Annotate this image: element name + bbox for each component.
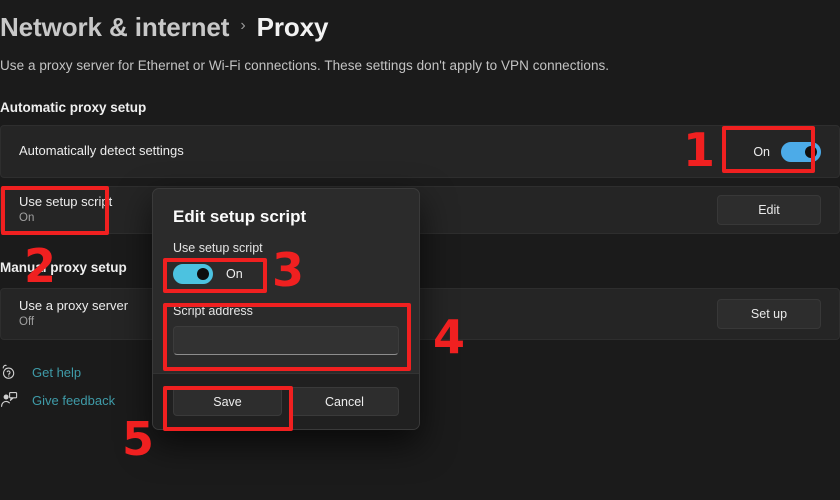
dialog-toggle-caption: Use setup script [173,241,263,255]
get-help-link[interactable]: Get help [0,363,115,381]
toggle-knob [197,268,209,280]
dialog-footer: Save Cancel [153,373,419,429]
dialog-toggle-label: On [226,267,243,281]
get-help-label: Get help [32,364,82,380]
dialog-save-button[interactable]: Save [173,387,282,416]
annotation-number-5: 5 [122,412,155,466]
dialog-title: Edit setup script [173,207,307,226]
give-feedback-link[interactable]: Give feedback [0,391,115,409]
breadcrumb-parent-link[interactable]: Network & internet [0,12,229,43]
dialog-cancel-button[interactable]: Cancel [290,387,399,416]
dialog-body: Edit setup script Use setup script On Sc… [153,189,419,373]
dialog-script-address-field[interactable] [173,326,399,355]
set-up-button[interactable]: Set up [717,299,821,329]
auto-detect-text: Automatically detect settings [19,143,753,159]
help-question-icon [0,363,18,381]
edit-button[interactable]: Edit [717,195,821,225]
page-title: Proxy [256,12,329,42]
auto-detect-toggle[interactable] [781,141,821,162]
edit-setup-script-dialog: Edit setup script Use setup script On Sc… [152,188,420,430]
use-setup-script-control: Edit [717,195,821,225]
setting-card-use-setup-script[interactable]: Use setup script On Edit [0,186,840,234]
auto-detect-control: On [753,141,821,162]
page-subtitle: Use a proxy server for Ethernet or Wi-Fi… [0,58,610,73]
auto-detect-title: Automatically detect settings [19,143,184,159]
section-heading-manual: Manual proxy setup [0,260,127,275]
toggle-knob [805,145,817,158]
setting-card-auto-detect[interactable]: Automatically detect settings On [0,125,840,178]
give-feedback-label: Give feedback [32,392,116,408]
auto-detect-toggle-label: On [753,144,770,159]
proxy-settings-page: Network & internet › Proxy Use a proxy s… [0,0,840,500]
setting-card-use-proxy-server[interactable]: Use a proxy server Off Set up [0,288,840,340]
script-address-label: Script address [173,304,253,318]
dialog-use-setup-script-toggle[interactable] [173,264,213,284]
use-proxy-server-control: Set up [717,299,821,329]
feedback-person-icon [0,391,18,409]
footer-links: Get help Give feedback [0,363,115,409]
dialog-toggle-row: On [173,264,399,284]
breadcrumb: Network & internet › Proxy [0,12,328,43]
section-heading-automatic: Automatic proxy setup [0,100,147,115]
chevron-right-icon: › [240,17,246,34]
